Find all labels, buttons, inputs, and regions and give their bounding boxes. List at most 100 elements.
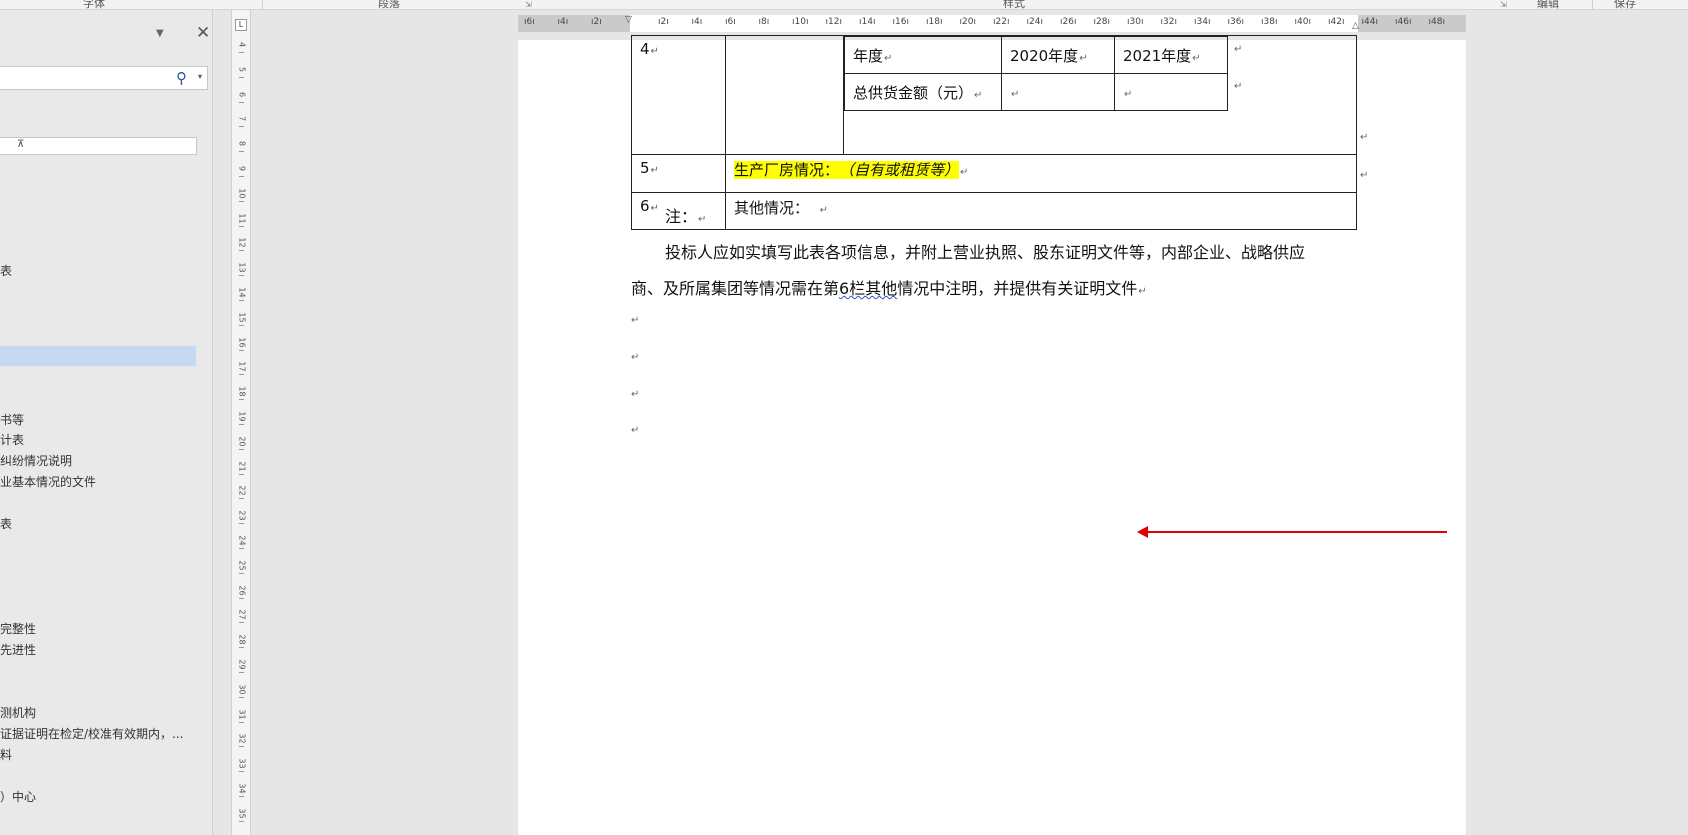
horizontal-ruler-tick: ı2ı bbox=[658, 17, 669, 27]
nav-heading-item[interactable]: 测机构 bbox=[0, 704, 36, 721]
nav-heading-item[interactable]: 先进性 bbox=[0, 641, 36, 658]
nav-heading-item[interactable]: 纠纷情况说明 bbox=[0, 452, 72, 469]
para-text: 商、及所属集团等情况需在第 bbox=[631, 279, 840, 298]
vertical-ruler-tick: 27 bbox=[237, 609, 247, 620]
paragraph-mark: ↵ bbox=[698, 214, 707, 225]
vertical-ruler-mark bbox=[239, 622, 244, 624]
right-indent-marker[interactable]: △ bbox=[1352, 21, 1359, 31]
horizontal-ruler-tick: ı34ı bbox=[1194, 17, 1211, 27]
vertical-ruler-tick: 8 bbox=[237, 141, 247, 147]
cell-mark: ↵ bbox=[884, 52, 893, 64]
horizontal-ruler-tick: ı26ı bbox=[1060, 17, 1077, 27]
vertical-ruler-tick: 4 bbox=[237, 41, 247, 48]
para-text: 情况中注明，并提供有关证明文件 bbox=[897, 279, 1138, 298]
cell-mark: ↵ bbox=[960, 167, 969, 178]
ribbon-separator bbox=[262, 0, 263, 9]
nav-heading-item[interactable]: 证据证明在检定/校准有效期内，... bbox=[0, 725, 184, 742]
table-cell[interactable]: 生产厂房情况：（自有或租赁等）↵ bbox=[725, 154, 1357, 193]
horizontal-ruler-tick: ı30ı bbox=[1127, 17, 1144, 27]
empty-paragraph-mark[interactable]: ↵ bbox=[631, 352, 639, 363]
vertical-ruler-tick: 9 bbox=[237, 165, 247, 172]
ribbon-group-paragraph: 段落 bbox=[378, 0, 400, 10]
table-cell[interactable]: 2020年度↵ bbox=[1001, 36, 1115, 74]
row-number-cell[interactable]: 4↵ bbox=[631, 35, 726, 155]
table-cell[interactable]: 年度↵ 2020年度↵ 2021年度↵ 总供货金额（元）↵ ↵ ↵ ↵ ↵ bbox=[843, 35, 1357, 155]
tab-selector[interactable]: L bbox=[235, 19, 247, 31]
nav-heading-item[interactable]: 表 bbox=[0, 515, 12, 532]
vertical-ruler-mark bbox=[239, 448, 244, 450]
vertical-ruler-mark bbox=[239, 746, 244, 748]
vertical-ruler-mark bbox=[239, 126, 244, 128]
vertical-ruler[interactable]: L 4 5 6 7 8 9 10 11 12 13 14 15 16 17 18 19 20 21 22 23 24 25… bbox=[231, 10, 251, 835]
cell-mark: ↵ bbox=[819, 205, 828, 216]
instruction-paragraph-line1[interactable]: 投标人应如实填写此表各项信息，并附上营业执照、股东证明文件等，内部企业、战略供应 bbox=[665, 239, 1305, 263]
nav-heading-item[interactable]: 书等 bbox=[0, 411, 24, 428]
vertical-ruler-mark bbox=[239, 101, 244, 103]
vertical-ruler-tick: 7 bbox=[237, 116, 247, 122]
horizontal-ruler-tick: ı28ı bbox=[1093, 17, 1110, 27]
table-cell[interactable]: 其他情况： ↵ bbox=[725, 192, 1357, 230]
collapse-icon: ⊼ bbox=[17, 139, 25, 150]
horizontal-ruler[interactable]: ▽ △ ı6ı ı4ı ı2ı ı2ı ı4ı ı6ı ı8ı ı10ı ı12ı ı14ı ı16… bbox=[518, 15, 1466, 32]
horizontal-ruler-tick: ı48ı bbox=[1428, 17, 1445, 27]
nav-selected-heading[interactable] bbox=[0, 346, 196, 366]
nav-heading-item[interactable]: 计表 bbox=[0, 431, 24, 448]
nav-close-icon[interactable]: ✕ bbox=[196, 23, 210, 43]
nav-heading-item[interactable]: 完整性 bbox=[0, 620, 36, 637]
nav-heading-item[interactable]: 料 bbox=[0, 746, 12, 763]
vertical-ruler-tick: 17 bbox=[237, 361, 247, 372]
vertical-ruler-mark bbox=[239, 250, 244, 252]
vertical-ruler-tick: 13 bbox=[237, 262, 247, 273]
cell-mark: ↵ bbox=[650, 46, 659, 57]
horizontal-ruler-tick: ı14ı bbox=[859, 17, 876, 27]
table-cell[interactable] bbox=[725, 35, 844, 155]
row-number: 6 bbox=[640, 197, 650, 215]
ribbon-group-styles: 样式 bbox=[1003, 0, 1025, 10]
horizontal-ruler-tick: ı42ı bbox=[1328, 17, 1345, 27]
year-2020: 2020年度 bbox=[1010, 46, 1079, 65]
nav-heading-item[interactable]: 业基本情况的文件 bbox=[0, 473, 96, 490]
empty-paragraph-mark[interactable]: ↵ bbox=[631, 315, 639, 326]
nav-collapse-all-button[interactable]: ⊼ bbox=[0, 137, 197, 155]
empty-paragraph-mark[interactable]: ↵ bbox=[631, 425, 639, 436]
table-cell[interactable]: 年度↵ bbox=[844, 36, 1002, 74]
vertical-ruler-tick: 25 bbox=[237, 560, 247, 571]
red-arrow-head-icon bbox=[1137, 526, 1148, 538]
factory-label: 生产厂房情况： bbox=[734, 161, 840, 179]
horizontal-ruler-tick: ı4ı bbox=[691, 17, 703, 27]
nav-search-input[interactable]: ⚲ ▾ bbox=[0, 66, 208, 90]
row-number-cell[interactable]: 5↵ bbox=[631, 154, 726, 193]
table-row: 4↵ 年度↵ 2020年度↵ 2021年度↵ 总供货金额（元）↵ ↵ ↵ ↵ ↵ bbox=[631, 35, 1357, 155]
row-number: 4 bbox=[640, 40, 650, 58]
table-cell[interactable]: ↵ bbox=[1114, 73, 1228, 111]
first-line-indent-marker[interactable]: ▽ bbox=[625, 15, 632, 25]
search-options-caret-icon[interactable]: ▾ bbox=[198, 72, 202, 81]
ribbon-group-font: 字体 bbox=[83, 0, 105, 10]
nav-heading-item[interactable]: ）中心 bbox=[0, 788, 36, 805]
note-label[interactable]: 注：↵ bbox=[665, 203, 706, 227]
paragraph-dialog-launcher-icon[interactable]: ⇲ bbox=[525, 0, 532, 9]
factory-value: （自有或租赁等） bbox=[839, 161, 960, 179]
instruction-paragraph-line2[interactable]: 商、及所属集团等情况需在第6栏其他情况中注明，并提供有关证明文件↵ bbox=[631, 275, 1147, 299]
horizontal-ruler-tick: ı18ı bbox=[926, 17, 943, 27]
table-cell[interactable]: ↵ bbox=[1001, 73, 1115, 111]
empty-paragraph-mark[interactable]: ↵ bbox=[631, 389, 639, 400]
vertical-ruler-tick: 14 bbox=[237, 287, 247, 298]
vertical-ruler-mark bbox=[239, 771, 244, 773]
ribbon-group-editing: 编辑 bbox=[1537, 0, 1559, 10]
horizontal-ruler-tick: ı36ı bbox=[1227, 17, 1244, 27]
ribbon-group-save: 保存 bbox=[1614, 0, 1636, 10]
search-icon[interactable]: ⚲ bbox=[176, 69, 187, 87]
styles-dialog-launcher-icon[interactable]: ⇲ bbox=[1500, 0, 1507, 9]
nav-heading-item[interactable]: 表 bbox=[0, 262, 12, 279]
vertical-ruler-mark bbox=[239, 597, 244, 599]
horizontal-ruler-tick: ı8ı bbox=[758, 17, 770, 27]
nav-options-dropdown-icon[interactable]: ▼ bbox=[156, 28, 164, 39]
table-cell[interactable]: 2021年度↵ bbox=[1114, 36, 1228, 74]
cell-mark: ↵ bbox=[1192, 52, 1201, 64]
document-page[interactable]: 4↵ 年度↵ 2020年度↵ 2021年度↵ 总供货金额（元）↵ ↵ ↵ ↵ ↵… bbox=[518, 35, 1466, 835]
vertical-ruler-tick: 18 bbox=[237, 386, 247, 397]
red-arrow-line bbox=[1147, 531, 1447, 533]
table-cell[interactable]: 总供货金额（元）↵ bbox=[844, 73, 1002, 111]
vertical-ruler-tick: 35 bbox=[237, 808, 247, 819]
